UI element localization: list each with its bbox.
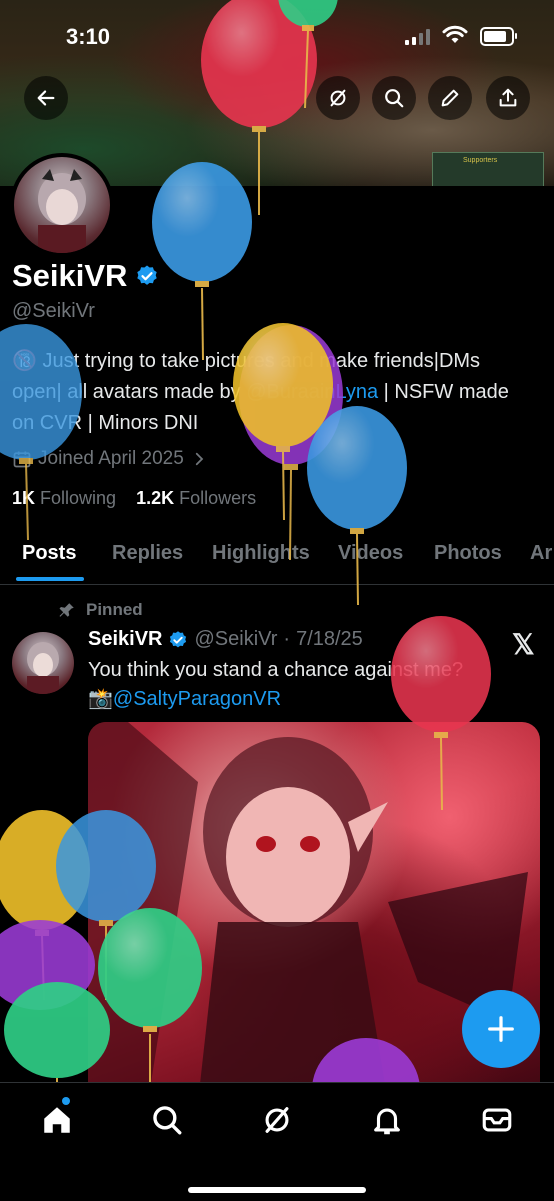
balloon-purple-3 <box>312 1038 420 1082</box>
home-icon[interactable] <box>40 1103 74 1137</box>
balloon-green-3 <box>4 982 110 1082</box>
plus-icon <box>488 1016 514 1042</box>
bell-icon[interactable] <box>370 1103 404 1137</box>
bottom-navigation <box>0 1082 554 1201</box>
balloon-green-2 <box>98 908 202 1082</box>
mail-icon[interactable] <box>480 1103 514 1137</box>
balloon-blue-left <box>0 324 82 541</box>
balloon-blue-2 <box>307 406 407 606</box>
home-notification-dot <box>62 1097 70 1105</box>
balloon-blue-1 <box>152 162 252 361</box>
balloon-overlay <box>0 0 491 1082</box>
grok-icon[interactable] <box>260 1103 294 1137</box>
compose-post-button[interactable] <box>462 990 540 1068</box>
balloon-red-2 <box>391 616 491 811</box>
search-icon[interactable] <box>150 1103 184 1137</box>
home-indicator <box>188 1187 366 1193</box>
